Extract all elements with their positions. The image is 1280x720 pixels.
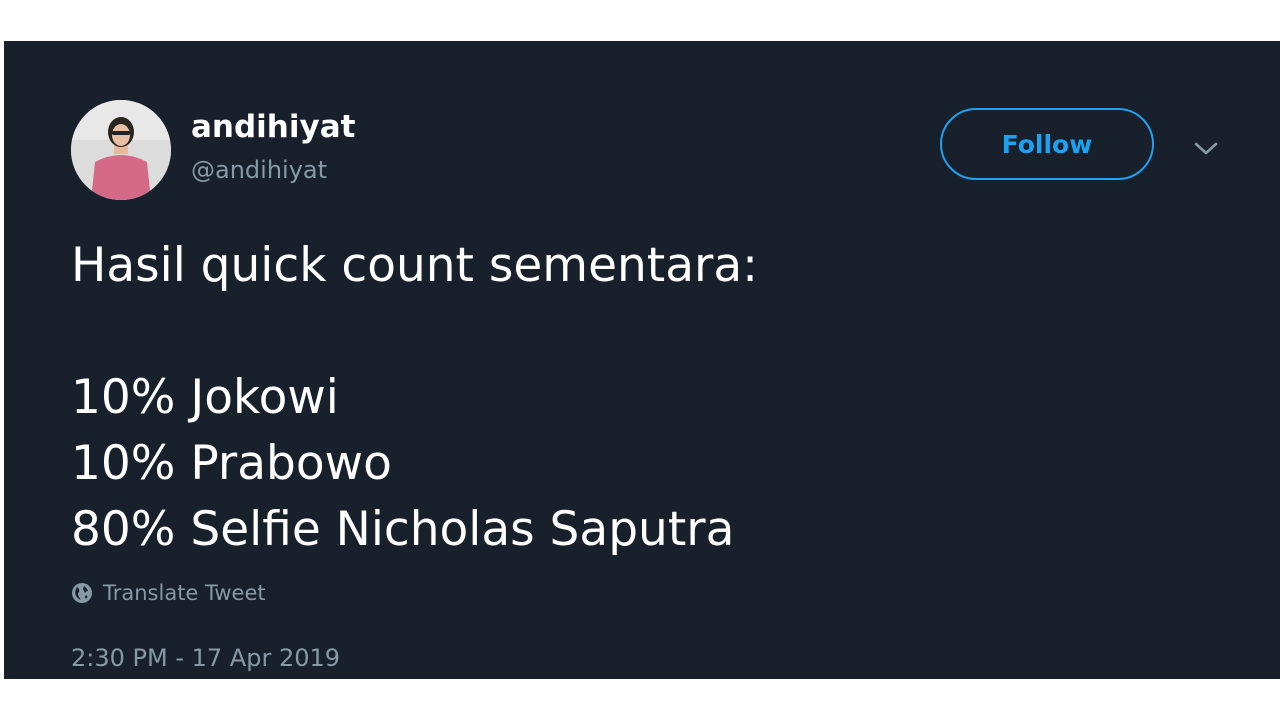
- tweet-text: Hasil quick count sementara: 10% Jokowi …: [71, 233, 758, 563]
- tweet-card: andihiyat @andihiyat Follow Hasil quick …: [4, 41, 1280, 679]
- translate-label[interactable]: Translate Tweet: [103, 579, 266, 607]
- tweet-line: [71, 299, 758, 365]
- avatar-image: [71, 100, 171, 200]
- tweet-line: 10% Prabowo: [71, 436, 392, 491]
- tweet-line: 10% Jokowi: [71, 370, 339, 425]
- chevron-down-icon[interactable]: [1192, 134, 1220, 162]
- user-handle[interactable]: @andihiyat: [191, 154, 327, 186]
- follow-button[interactable]: Follow: [940, 108, 1154, 180]
- globe-icon: [72, 583, 92, 603]
- display-name[interactable]: andihiyat: [191, 107, 355, 147]
- translate-tweet-link[interactable]: Translate Tweet: [71, 579, 266, 607]
- avatar[interactable]: [71, 100, 171, 200]
- tweet-line: Hasil quick count sementara:: [71, 238, 758, 293]
- tweet-line: 80% Selfie Nicholas Saputra: [71, 502, 735, 557]
- tweet-timestamp[interactable]: 2:30 PM - 17 Apr 2019: [71, 642, 340, 674]
